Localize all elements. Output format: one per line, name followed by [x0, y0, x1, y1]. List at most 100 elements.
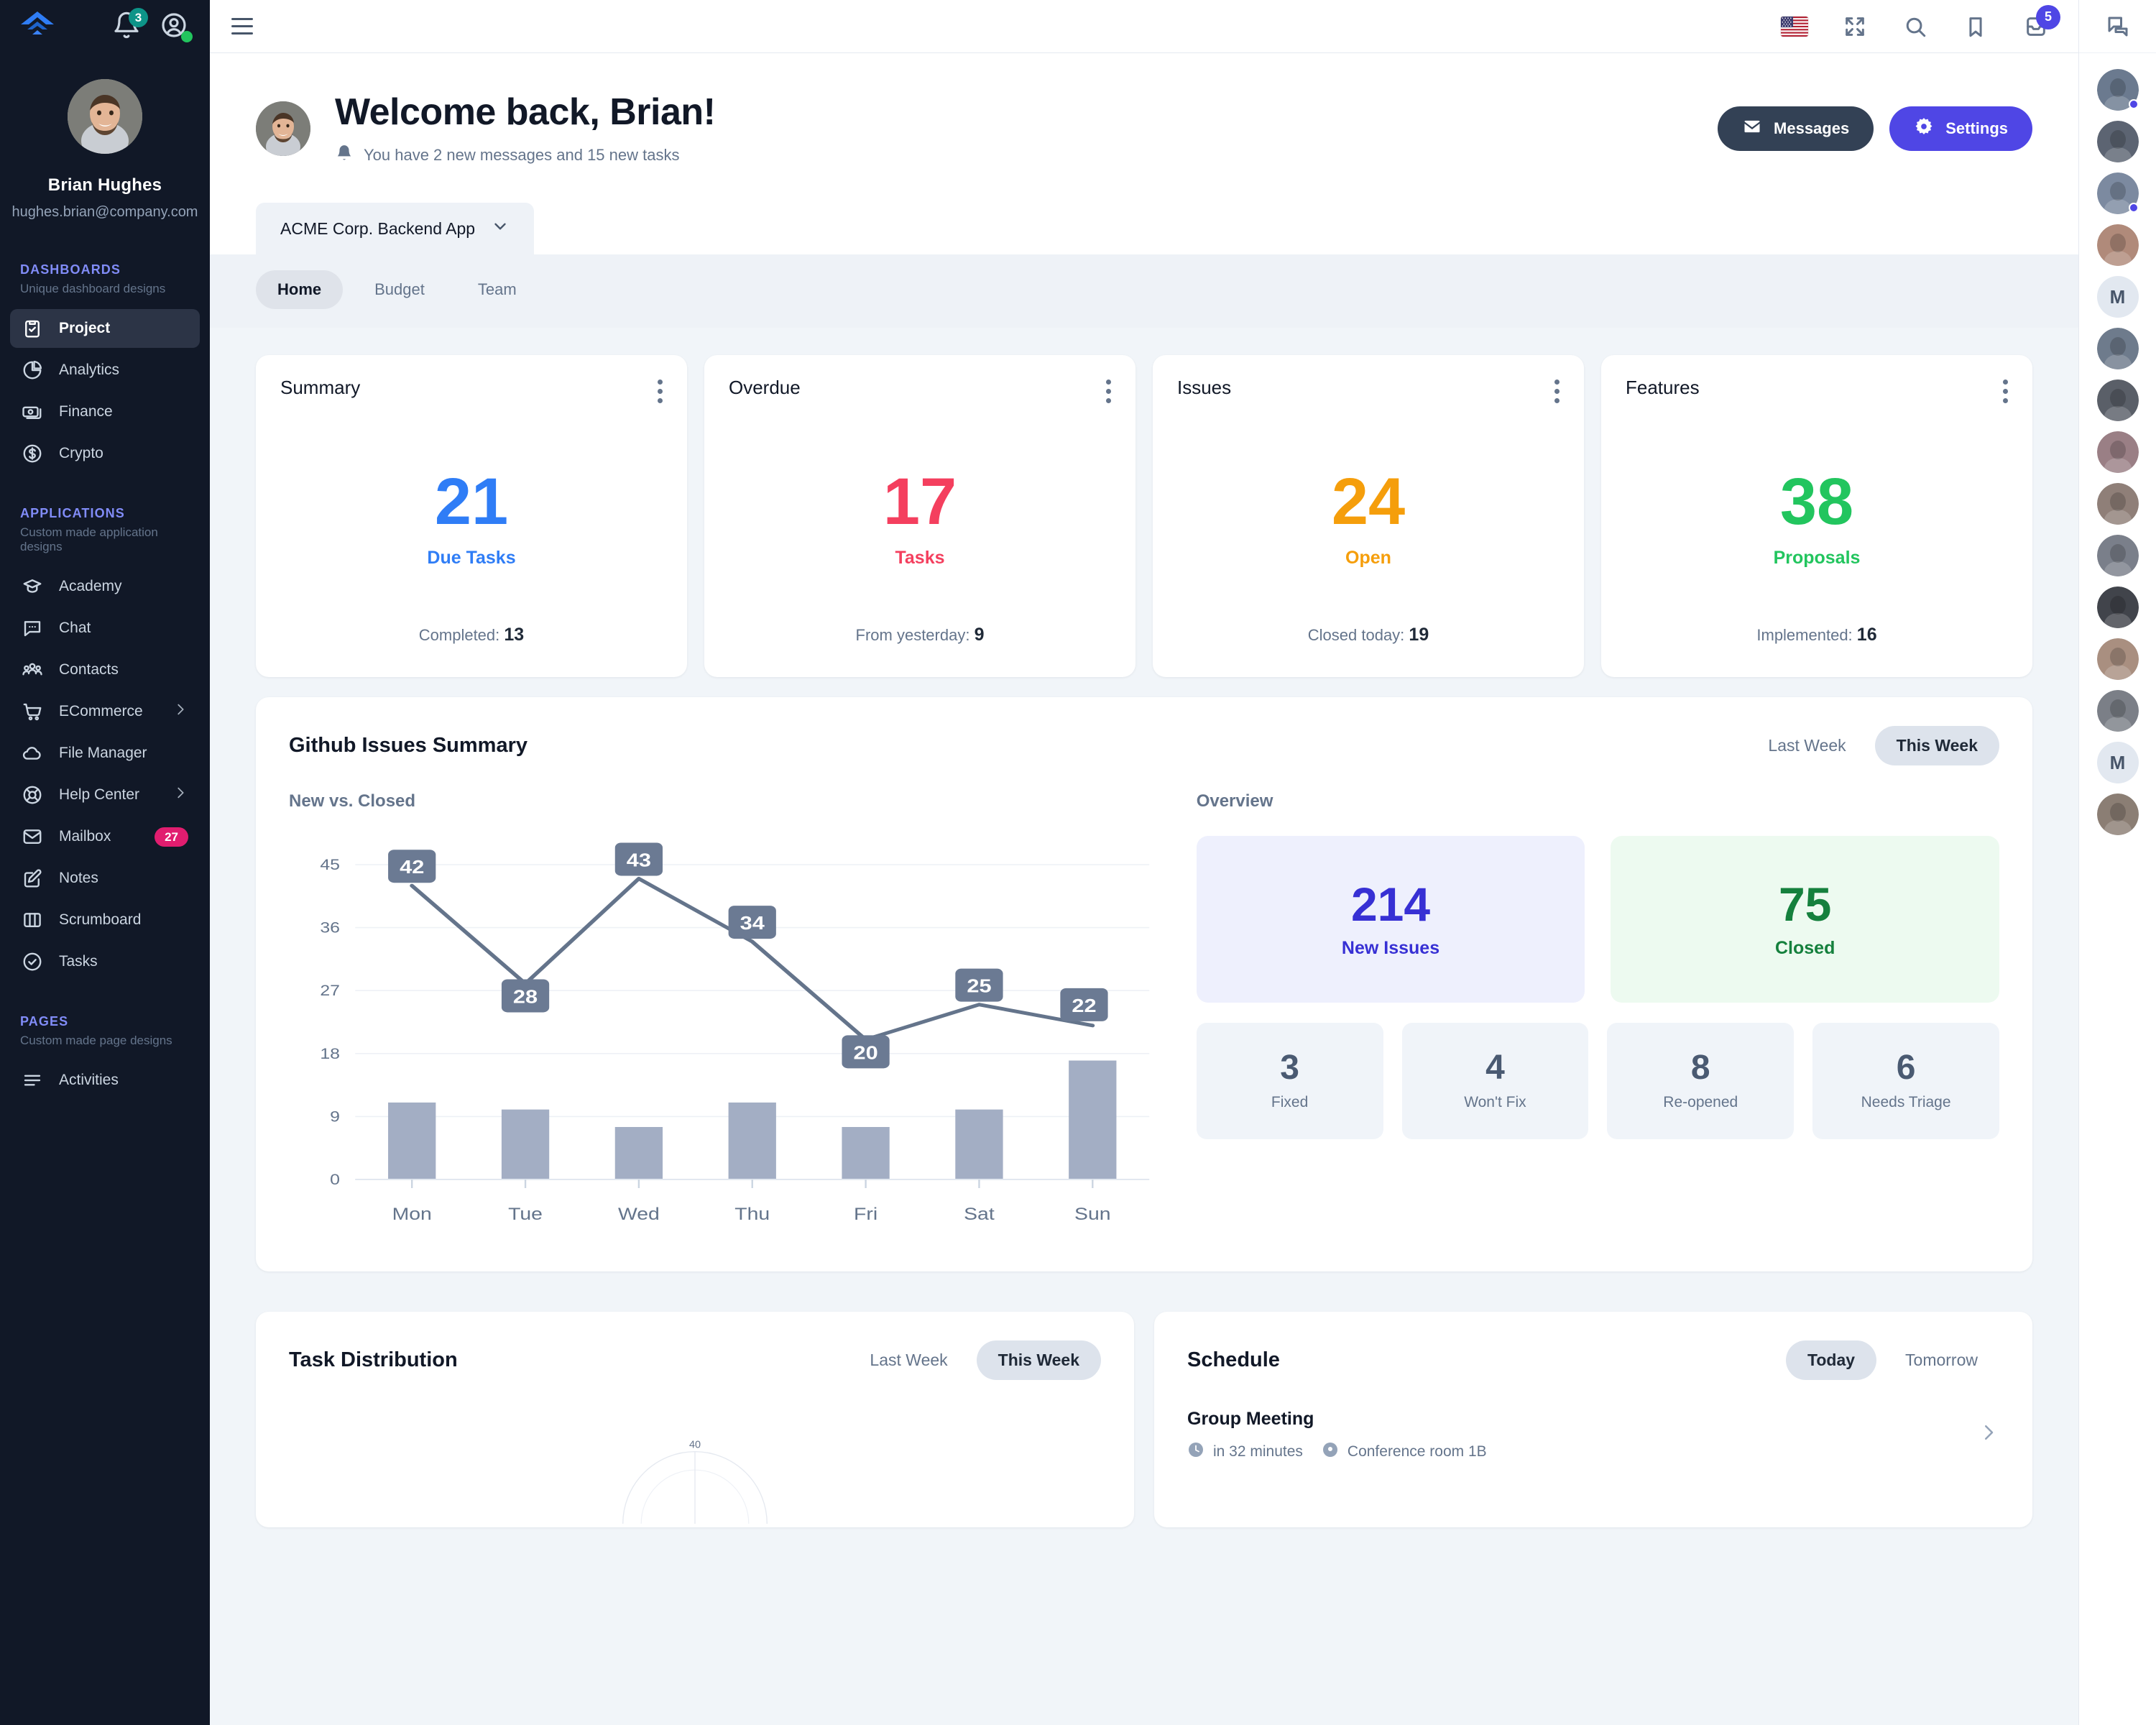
new-vs-closed-chart[interactable]: 0 9 18 27 36 45 42 28 43 34 20 25 22 Mon Tue Wed Thu Fri S… [289, 836, 1156, 1238]
sidebar-item-ecommerce[interactable]: ECommerce [10, 692, 200, 731]
contact-avatar[interactable] [2096, 431, 2139, 473]
contact-avatar[interactable] [2096, 690, 2139, 732]
sidebar-item-mailbox[interactable]: Mailbox 27 [10, 817, 200, 856]
sidebar-item-tasks[interactable]: Tasks [10, 942, 200, 981]
contact-avatar[interactable] [2096, 224, 2139, 266]
stat-card-foot-value: 19 [1409, 625, 1429, 645]
schedule-list-item[interactable]: Group Meeting in 32 minutes Conference r… [1187, 1409, 1999, 1463]
contact-avatar[interactable] [2096, 794, 2139, 835]
more-options-icon[interactable] [1554, 377, 1560, 403]
check-circle-icon [22, 951, 43, 972]
contact-avatar[interactable] [2096, 535, 2139, 576]
sidebar-item-label: Crypto [59, 445, 103, 461]
sidebar-item-notes[interactable]: Notes [10, 859, 200, 898]
stat-card-label: Open [1345, 547, 1391, 568]
toggle-this-week[interactable]: This Week [976, 1340, 1101, 1380]
nav-section-subtitle: Custom made page designs [20, 1034, 172, 1047]
sidebar-item-scrumboard[interactable]: Scrumboard [10, 901, 200, 939]
svg-text:Wed: Wed [618, 1204, 660, 1223]
fuse-logo[interactable] [19, 9, 56, 45]
sidebar-item-analytics[interactable]: Analytics [10, 351, 200, 390]
tab-home[interactable]: Home [256, 270, 344, 309]
contact-avatar[interactable]: M [2096, 276, 2139, 318]
notifications-button[interactable]: 3 [112, 8, 148, 42]
overview-section: Overview 214 New Issues 75 Closed 3 Fixe… [1196, 791, 1999, 1238]
bookmark-icon[interactable] [1962, 13, 1989, 40]
sidebar-header-icons: 3 [112, 8, 193, 42]
avatar [2096, 586, 2139, 628]
welcome-subtitle-text: You have 2 new messages and 15 new tasks [364, 146, 680, 164]
overview-value: 214 [1350, 877, 1431, 931]
sidebar-item-crypto[interactable]: Crypto [10, 434, 200, 473]
sidebar-item-chat[interactable]: Chat [10, 609, 200, 648]
sidebar-item-project[interactable]: Project [10, 309, 200, 348]
sidebar-item-finance[interactable]: Finance [10, 392, 200, 431]
schedule-item-location: Conference room 1B [1347, 1443, 1487, 1460]
inbox-icon[interactable]: 5 [2022, 4, 2060, 40]
main-area: 5 Welcome back, Brian! You have 2 new me… [210, 0, 2078, 1725]
contact-avatar[interactable]: M [2096, 742, 2139, 783]
sidebar-item-activities[interactable]: Activities [10, 1061, 200, 1100]
sidebar-item-help-center[interactable]: Help Center [10, 776, 200, 814]
avatar [2096, 224, 2139, 266]
stat-card-issues: Issues 24 Open Closed today: 19 [1153, 355, 1584, 677]
stat-card-footer: Implemented: 16 [1626, 625, 2008, 653]
tab-budget[interactable]: Budget [353, 270, 446, 309]
toggle-last-week[interactable]: Last Week [848, 1340, 969, 1380]
project-selector[interactable]: ACME Corp. Backend App [256, 203, 535, 254]
account-button[interactable] [160, 11, 193, 42]
toggle-today[interactable]: Today [1786, 1340, 1877, 1380]
top-bar: 5 [210, 0, 2078, 53]
list-icon [22, 1070, 43, 1091]
contact-avatar[interactable] [2096, 380, 2139, 421]
search-icon[interactable] [1902, 13, 1929, 40]
sidebar-item-academy[interactable]: Academy [10, 567, 200, 606]
schedule-title: Schedule [1187, 1348, 1280, 1371]
settings-button[interactable]: Settings [1889, 106, 2032, 151]
sidebar-header: 3 [0, 0, 210, 53]
shopping-cart-icon [22, 701, 43, 722]
sidebar-item-contacts[interactable]: Contacts [10, 650, 200, 689]
hamburger-icon[interactable] [231, 12, 262, 42]
stat-card-value: 21 [434, 464, 509, 538]
avatar [2096, 638, 2139, 680]
overview-small-row: 3 Fixed 4 Won't Fix 8 Re-opened 6 Needs … [1196, 1023, 1999, 1139]
stat-card-value: 24 [1331, 464, 1406, 538]
overview-label-text: New Issues [1341, 937, 1440, 958]
sidebar-item-label: Chat [59, 620, 91, 636]
bell-filled-icon [335, 144, 354, 167]
toggle-this-week[interactable]: This Week [1874, 726, 1999, 765]
messages-button[interactable]: Messages [1718, 106, 1874, 151]
contact-avatar[interactable] [2096, 69, 2139, 111]
fullscreen-icon[interactable] [1841, 13, 1869, 40]
svg-text:Fri: Fri [854, 1204, 877, 1223]
more-options-icon[interactable] [2003, 377, 2008, 403]
toggle-tomorrow[interactable]: Tomorrow [1884, 1340, 1999, 1380]
language-flag-usa-icon[interactable] [1781, 13, 1808, 40]
nav-section-title: PAGES [20, 1014, 69, 1029]
avatar[interactable] [68, 79, 142, 154]
task-distribution-title: Task Distribution [289, 1348, 458, 1371]
tab-team[interactable]: Team [456, 270, 538, 309]
more-options-icon[interactable] [1106, 377, 1111, 403]
contact-avatar[interactable] [2096, 328, 2139, 369]
chevron-right-icon[interactable] [1978, 1422, 1999, 1450]
more-options-icon[interactable] [658, 377, 663, 403]
contact-avatar[interactable] [2096, 172, 2139, 214]
contact-avatar[interactable] [2096, 586, 2139, 628]
contact-avatar[interactable] [2096, 483, 2139, 525]
avatar[interactable] [256, 101, 310, 156]
notifications-badge: 3 [129, 8, 148, 27]
overview-reopened: 8 Re-opened [1607, 1023, 1795, 1139]
overview-needs-triage: 6 Needs Triage [1812, 1023, 1999, 1139]
contact-avatar[interactable] [2096, 638, 2139, 680]
task-distribution-radar-chart[interactable]: 40 [289, 1402, 1101, 1524]
contact-avatar[interactable] [2096, 121, 2139, 162]
chat-panel-toggle[interactable] [2079, 0, 2156, 53]
schedule-item-title: Group Meeting [1187, 1409, 1314, 1429]
task-distribution-panel: Task Distribution Last Week This Week 40 [256, 1312, 1134, 1527]
stat-card-foot-label: Completed: [418, 626, 500, 644]
sidebar-item-file-manager[interactable]: File Manager [10, 734, 200, 773]
toggle-last-week[interactable]: Last Week [1746, 726, 1867, 765]
svg-text:43: 43 [627, 850, 651, 871]
